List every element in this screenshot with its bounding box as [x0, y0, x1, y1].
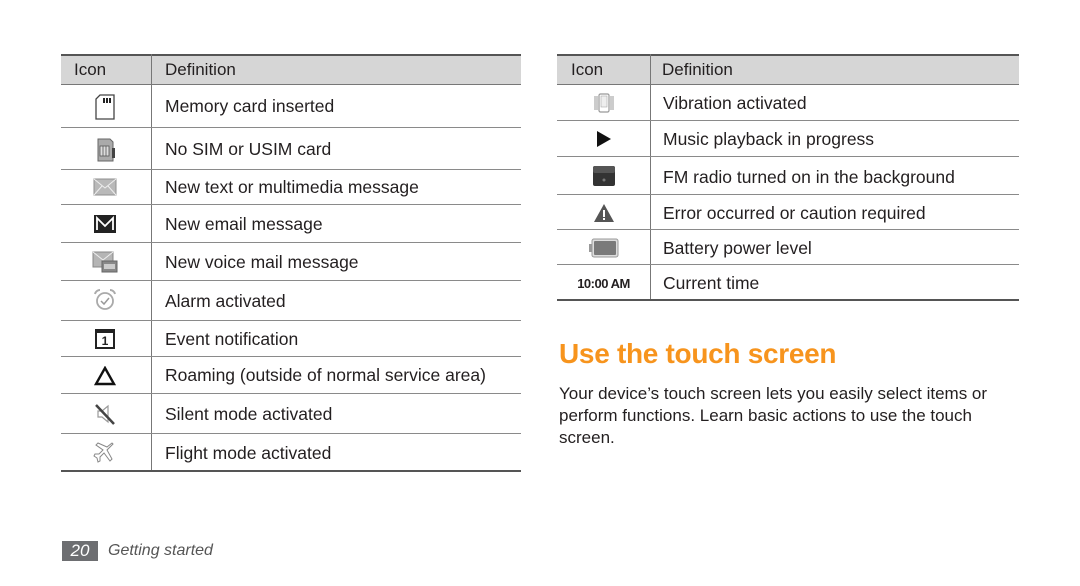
email-icon: [91, 211, 119, 237]
no-sim-icon: [91, 136, 119, 164]
icon-table-left: Icon Definition Memory card inserted No …: [61, 54, 521, 472]
definition-text: Error occurred or caution required: [663, 203, 926, 223]
definition-text: Battery power level: [663, 238, 812, 258]
table-row: No SIM or USIM card: [61, 128, 521, 170]
definition-text: Current time: [663, 273, 760, 293]
definition-text: No SIM or USIM card: [165, 139, 332, 159]
svg-text:1: 1: [102, 334, 109, 348]
calendar-event-icon: 1: [91, 327, 119, 351]
section-body: Your device’s touch screen lets you easi…: [559, 384, 988, 447]
table-row: New email message: [61, 205, 521, 243]
battery-icon: [588, 235, 620, 261]
definition-text: FM radio turned on in the background: [663, 167, 955, 187]
table-row: Memory card inserted: [61, 85, 521, 128]
memory-card-icon: [91, 93, 119, 121]
definition-text: Vibration activated: [663, 93, 807, 113]
table-row: New voice mail message: [61, 243, 521, 281]
definition-text: Memory card inserted: [165, 96, 335, 116]
table-row: Roaming (outside of normal service area): [61, 357, 521, 394]
voicemail-icon: [91, 248, 119, 276]
table-row: Alarm activated: [61, 281, 521, 321]
table-header: Icon Definition: [557, 54, 1019, 85]
definition-text: Music playback in progress: [663, 129, 875, 149]
message-envelope-icon: [91, 174, 119, 200]
definition-text: Flight mode activated: [165, 443, 332, 463]
header-icon-label: Icon: [571, 60, 604, 79]
fm-radio-icon: [590, 162, 618, 190]
table-row: 10:00 AM Current time: [557, 265, 1019, 301]
definition-text: New voice mail message: [165, 252, 359, 272]
table-row: 1 Event notification: [61, 321, 521, 357]
table-row: FM radio turned on in the background: [557, 157, 1019, 195]
definition-text: Roaming (outside of normal service area): [165, 365, 486, 385]
table-row: Flight mode activated: [61, 434, 521, 472]
definition-text: Event notification: [165, 329, 299, 349]
time-text: 10:00 AM: [577, 275, 630, 291]
table-row: New text or multimedia message: [61, 170, 521, 205]
definition-text: New text or multimedia message: [165, 177, 419, 197]
vibration-icon: [590, 90, 618, 116]
alarm-icon: [91, 286, 119, 314]
definition-text: Alarm activated: [165, 291, 286, 311]
section-title: Use the touch screen: [559, 338, 837, 369]
header-definition-label: Definition: [662, 60, 733, 79]
roaming-icon: [91, 363, 119, 389]
table-row: Error occurred or caution required: [557, 195, 1019, 230]
play-icon: [590, 126, 618, 152]
table-row: Vibration activated: [557, 85, 1019, 121]
flight-mode-icon: [91, 439, 119, 467]
table-row: Music playback in progress: [557, 121, 1019, 157]
table-row: Battery power level: [557, 230, 1019, 265]
definition-text: New email message: [165, 214, 323, 234]
warning-icon: [590, 200, 618, 226]
header-icon-label: Icon: [74, 60, 107, 79]
definition-text: Silent mode activated: [165, 404, 333, 424]
chapter-label: Getting started: [108, 542, 213, 559]
table-row: Silent mode activated: [61, 394, 521, 434]
header-definition-label: Definition: [165, 60, 236, 79]
table-header: Icon Definition: [61, 54, 521, 85]
silent-mode-icon: [91, 400, 119, 428]
icon-table-right: Icon Definition Vibration activated Musi…: [557, 54, 1019, 301]
page-number: 20: [62, 541, 98, 561]
